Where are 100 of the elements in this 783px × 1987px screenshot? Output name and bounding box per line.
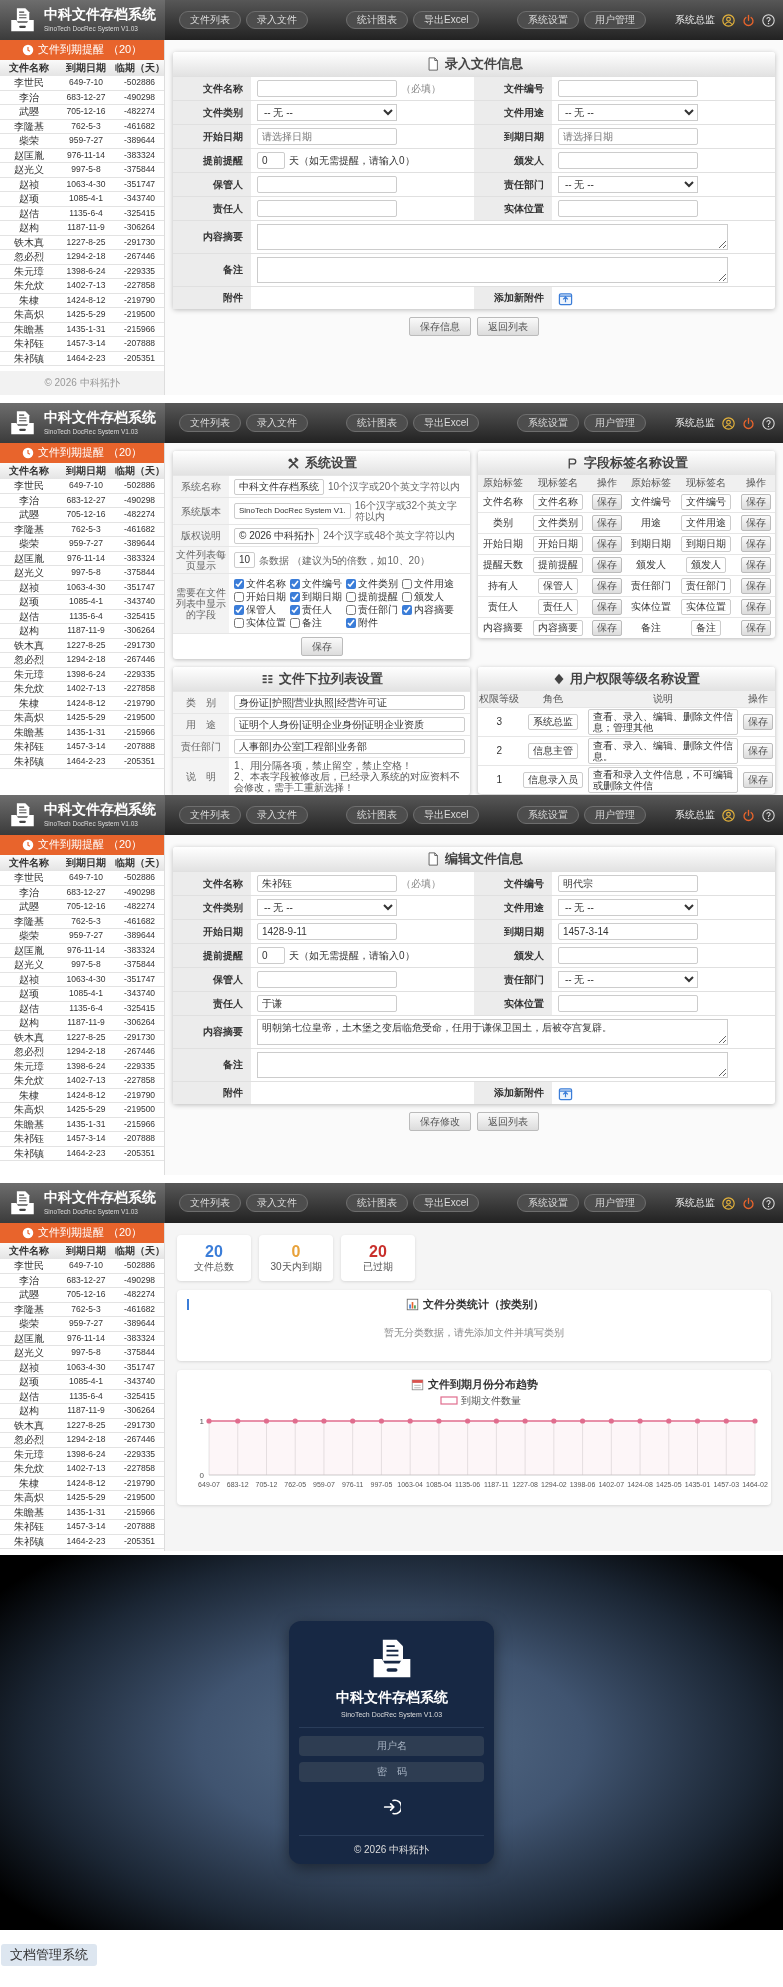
save-button[interactable]: 保存: [592, 598, 623, 615]
form-button[interactable]: 返回列表: [477, 1112, 539, 1131]
save-button[interactable]: 保存: [300, 637, 343, 656]
text-area[interactable]: 身份证|护照|营业执照|经营许可证: [234, 695, 465, 710]
checkbox[interactable]: [234, 592, 244, 602]
user-icon[interactable]: [722, 416, 735, 430]
text-field[interactable]: 到期日期: [681, 535, 732, 552]
text-field[interactable]: 颁发人: [686, 556, 727, 573]
number-field[interactable]: 0: [257, 152, 285, 169]
help-icon[interactable]: [762, 808, 775, 822]
save-button[interactable]: 保存: [742, 742, 773, 759]
nav-button[interactable]: 统计图表: [346, 806, 408, 824]
text-field[interactable]: 查看、录入、编辑、删除文件信息。: [587, 737, 739, 764]
text-field[interactable]: [257, 971, 397, 988]
nav-button[interactable]: 用户管理: [584, 1194, 647, 1212]
nav-button[interactable]: 文件列表: [179, 414, 241, 432]
save-button[interactable]: 保存: [740, 577, 771, 594]
checkbox[interactable]: [346, 579, 356, 589]
checkbox[interactable]: [402, 592, 412, 602]
save-button[interactable]: 保存: [740, 556, 771, 573]
nav-button[interactable]: 文件列表: [179, 11, 241, 29]
text-area[interactable]: 人事部|办公室|工程部|业务部: [234, 739, 465, 754]
save-button[interactable]: 保存: [592, 577, 623, 594]
text-field[interactable]: 实体位置: [681, 598, 732, 615]
text-field[interactable]: [257, 176, 397, 193]
text-field[interactable]: [558, 200, 698, 217]
checkbox[interactable]: [402, 605, 412, 615]
text-area[interactable]: 证明个人身份|证明企业身份|证明企业资质: [234, 717, 465, 732]
text-field[interactable]: 明代宗: [558, 875, 698, 892]
nav-button[interactable]: 导出Excel: [413, 11, 480, 29]
text-field[interactable]: 查看和录入文件信息，不可编辑或删除文件信: [587, 766, 739, 793]
form-button[interactable]: 保存修改: [409, 1112, 471, 1131]
username-field[interactable]: 用户名: [299, 1735, 484, 1756]
text-field[interactable]: 1457-3-14: [558, 923, 698, 940]
text-field[interactable]: 朱祁钰: [257, 875, 397, 892]
save-button[interactable]: 保存: [740, 619, 771, 636]
nav-button[interactable]: 用户管理: [584, 11, 647, 29]
text-field[interactable]: 提前提醒: [532, 556, 583, 573]
text-field[interactable]: 保管人: [537, 577, 578, 594]
text-field[interactable]: 信息录入员: [523, 771, 584, 788]
nav-button[interactable]: 系统设置: [517, 806, 580, 824]
checkbox[interactable]: [290, 605, 300, 615]
text-field[interactable]: 请选择日期: [257, 128, 397, 145]
dropdown[interactable]: -- 无 --: [558, 104, 698, 121]
nav-button[interactable]: 文件列表: [179, 1194, 241, 1212]
nav-button[interactable]: 用户管理: [584, 414, 647, 432]
text-field[interactable]: 请选择日期: [558, 128, 698, 145]
text-field[interactable]: 文件名称: [532, 493, 583, 510]
help-icon[interactable]: [762, 1196, 775, 1210]
nav-button[interactable]: 导出Excel: [413, 806, 480, 824]
text-field[interactable]: © 2026 中科拓扑: [234, 527, 320, 544]
save-button[interactable]: 保存: [740, 493, 771, 510]
text-field[interactable]: [558, 80, 698, 97]
save-button[interactable]: 保存: [742, 713, 773, 730]
save-button[interactable]: 保存: [740, 514, 771, 531]
power-icon[interactable]: [742, 808, 755, 822]
checkbox[interactable]: [290, 618, 300, 628]
text-field[interactable]: 查看、录入、编辑、删除文件信息；管理其他: [587, 708, 739, 735]
text-field[interactable]: [558, 947, 698, 964]
text-field[interactable]: 系统总监: [528, 713, 579, 730]
text-field[interactable]: [257, 80, 397, 97]
upload-button[interactable]: [558, 1085, 573, 1101]
checkbox[interactable]: [234, 605, 244, 615]
text-field[interactable]: 于谦: [257, 995, 397, 1012]
save-button[interactable]: 保存: [592, 535, 623, 552]
text-field[interactable]: 内容摘要: [532, 619, 583, 636]
checkbox[interactable]: [234, 618, 244, 628]
text-field[interactable]: 备注: [691, 619, 722, 636]
nav-button[interactable]: 统计图表: [346, 414, 408, 432]
form-button[interactable]: 保存信息: [409, 317, 471, 336]
checkbox[interactable]: [290, 592, 300, 602]
checkbox[interactable]: [290, 579, 300, 589]
login-button[interactable]: [382, 1797, 401, 1816]
save-button[interactable]: 保存: [592, 493, 623, 510]
text-field[interactable]: 文件用途: [681, 514, 732, 531]
nav-button[interactable]: 统计图表: [346, 1194, 408, 1212]
text-field[interactable]: 文件编号: [681, 493, 732, 510]
text-area[interactable]: 明朝第七位皇帝，土木堡之变后临危受命，任用于谦保卫国土，后被夺宫复辟。: [257, 1019, 729, 1045]
save-button[interactable]: 保存: [740, 535, 771, 552]
nav-button[interactable]: 导出Excel: [413, 1194, 480, 1212]
power-icon[interactable]: [742, 1196, 755, 1210]
nav-button[interactable]: 导出Excel: [413, 414, 480, 432]
text-field[interactable]: 责任人: [537, 598, 578, 615]
text-field[interactable]: 中科文件存档系统: [234, 478, 324, 495]
dropdown[interactable]: -- 无 --: [558, 899, 698, 916]
form-button[interactable]: 返回列表: [477, 317, 539, 336]
nav-button[interactable]: 录入文件: [246, 414, 308, 432]
nav-button[interactable]: 录入文件: [246, 1194, 308, 1212]
nav-button[interactable]: 统计图表: [346, 11, 408, 29]
help-icon[interactable]: [762, 13, 775, 27]
nav-button[interactable]: 系统设置: [517, 1194, 580, 1212]
power-icon[interactable]: [742, 416, 755, 430]
text-field[interactable]: 开始日期: [532, 535, 583, 552]
nav-button[interactable]: 录入文件: [246, 11, 308, 29]
dropdown[interactable]: -- 无 --: [257, 104, 397, 121]
dropdown[interactable]: -- 无 --: [558, 971, 698, 988]
dropdown[interactable]: -- 无 --: [558, 176, 698, 193]
text-field[interactable]: 10: [234, 552, 256, 568]
dropdown[interactable]: -- 无 --: [257, 899, 397, 916]
checkbox[interactable]: [346, 618, 356, 628]
